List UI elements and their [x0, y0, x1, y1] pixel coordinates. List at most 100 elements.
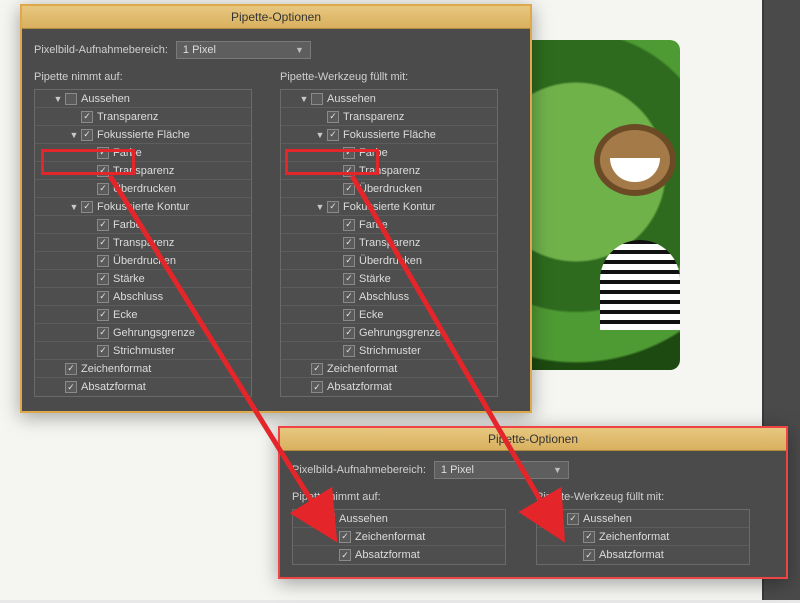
- checkbox[interactable]: [97, 327, 109, 339]
- checkbox[interactable]: [323, 513, 335, 525]
- checkbox[interactable]: [97, 291, 109, 303]
- checkbox[interactable]: [583, 549, 595, 561]
- checkbox[interactable]: [65, 381, 77, 393]
- tree-row[interactable]: Zeichenformat: [293, 528, 505, 546]
- checkbox[interactable]: [65, 363, 77, 375]
- checkbox[interactable]: [583, 531, 595, 543]
- checkbox[interactable]: [97, 165, 109, 177]
- tree-row[interactable]: Abschluss: [281, 288, 497, 306]
- checkbox[interactable]: [311, 93, 323, 105]
- disclosure-spacer: [331, 220, 341, 230]
- disclosure-down-icon[interactable]: ▼: [69, 202, 79, 212]
- checkbox[interactable]: [343, 291, 355, 303]
- tree-row[interactable]: Überdrucken: [281, 180, 497, 198]
- tree-row[interactable]: Gehrungsgrenze: [35, 324, 251, 342]
- checkbox[interactable]: [97, 255, 109, 267]
- tree-row[interactable]: ▶Aussehen: [293, 510, 505, 528]
- disclosure-right-icon[interactable]: ▶: [311, 514, 321, 524]
- tree-row[interactable]: Transparenz: [35, 234, 251, 252]
- checkbox[interactable]: [97, 147, 109, 159]
- checkbox[interactable]: [65, 93, 77, 105]
- tree-row[interactable]: Überdrucken: [35, 252, 251, 270]
- tree-row[interactable]: ▼Aussehen: [281, 90, 497, 108]
- checkbox[interactable]: [343, 345, 355, 357]
- checkbox[interactable]: [311, 381, 323, 393]
- checkbox[interactable]: [81, 129, 93, 141]
- disclosure-down-icon[interactable]: ▼: [315, 202, 325, 212]
- disclosure-down-icon[interactable]: ▼: [315, 130, 325, 140]
- tree-row[interactable]: Farbe: [35, 216, 251, 234]
- tree-row-label: Überdrucken: [359, 255, 422, 267]
- disclosure-down-icon[interactable]: ▼: [53, 94, 63, 104]
- tree-row[interactable]: ▼Fokussierte Kontur: [35, 198, 251, 216]
- tree-row[interactable]: ▼Fokussierte Fläche: [281, 126, 497, 144]
- disclosure-down-icon[interactable]: ▼: [299, 94, 309, 104]
- tree-row[interactable]: Transparenz: [281, 234, 497, 252]
- checkbox[interactable]: [81, 111, 93, 123]
- tree-row[interactable]: ▶Aussehen: [537, 510, 749, 528]
- checkbox[interactable]: [567, 513, 579, 525]
- disclosure-spacer: [85, 184, 95, 194]
- tree-row[interactable]: Zeichenformat: [537, 528, 749, 546]
- tree-row[interactable]: Transparenz: [281, 108, 497, 126]
- disclosure-right-icon[interactable]: ▶: [555, 514, 565, 524]
- checkbox[interactable]: [97, 345, 109, 357]
- tree-row[interactable]: Stärke: [281, 270, 497, 288]
- disclosure-spacer: [315, 112, 325, 122]
- tree-row[interactable]: Überdrucken: [281, 252, 497, 270]
- tree-row[interactable]: Transparenz: [35, 108, 251, 126]
- tree-row[interactable]: Farbe: [281, 144, 497, 162]
- tree-row[interactable]: Zeichenformat: [35, 360, 251, 378]
- checkbox[interactable]: [339, 549, 351, 561]
- tree-row[interactable]: Zeichenformat: [281, 360, 497, 378]
- checkbox[interactable]: [343, 237, 355, 249]
- pixel-sample-dropdown-small[interactable]: 1 Pixel ▼: [434, 461, 569, 479]
- tree-row-label: Ecke: [359, 309, 383, 321]
- tree-row-label: Farbe: [113, 219, 142, 231]
- checkbox[interactable]: [343, 147, 355, 159]
- tree-row[interactable]: Stärke: [35, 270, 251, 288]
- tree-row[interactable]: Absatzformat: [293, 546, 505, 564]
- tree-row[interactable]: Farbe: [35, 144, 251, 162]
- tree-row[interactable]: Transparenz: [281, 162, 497, 180]
- checkbox[interactable]: [343, 309, 355, 321]
- tree-row[interactable]: Abschluss: [35, 288, 251, 306]
- tree-row[interactable]: Strichmuster: [35, 342, 251, 360]
- tree-row[interactable]: Absatzformat: [35, 378, 251, 396]
- eyedropper-options-panel-large: Pipette-Optionen Pixelbild-Aufnahmeberei…: [20, 4, 532, 413]
- checkbox[interactable]: [97, 237, 109, 249]
- tree-row[interactable]: Absatzformat: [281, 378, 497, 396]
- checkbox[interactable]: [311, 363, 323, 375]
- tree-row[interactable]: ▼Fokussierte Fläche: [35, 126, 251, 144]
- checkbox[interactable]: [343, 183, 355, 195]
- checkbox[interactable]: [97, 183, 109, 195]
- tree-row[interactable]: ▼Fokussierte Kontur: [281, 198, 497, 216]
- checkbox[interactable]: [339, 531, 351, 543]
- checkbox[interactable]: [81, 201, 93, 213]
- checkbox[interactable]: [343, 273, 355, 285]
- checkbox[interactable]: [327, 201, 339, 213]
- applies-tree-small: ▶AussehenZeichenformatAbsatzformat: [536, 509, 750, 565]
- checkbox[interactable]: [343, 255, 355, 267]
- picks-up-tree: ▼AussehenTransparenz▼Fokussierte FlächeF…: [34, 89, 252, 397]
- checkbox[interactable]: [97, 309, 109, 321]
- tree-row[interactable]: Absatzformat: [537, 546, 749, 564]
- tree-row[interactable]: Ecke: [281, 306, 497, 324]
- checkbox[interactable]: [97, 219, 109, 231]
- checkbox[interactable]: [343, 327, 355, 339]
- tree-row[interactable]: ▼Aussehen: [35, 90, 251, 108]
- disclosure-down-icon[interactable]: ▼: [69, 130, 79, 140]
- checkbox[interactable]: [343, 219, 355, 231]
- checkbox[interactable]: [343, 165, 355, 177]
- disclosure-spacer: [331, 256, 341, 266]
- pixel-sample-dropdown[interactable]: 1 Pixel ▼: [176, 41, 311, 59]
- tree-row[interactable]: Gehrungsgrenze: [281, 324, 497, 342]
- tree-row[interactable]: Ecke: [35, 306, 251, 324]
- checkbox[interactable]: [327, 129, 339, 141]
- tree-row[interactable]: Transparenz: [35, 162, 251, 180]
- tree-row[interactable]: Überdrucken: [35, 180, 251, 198]
- tree-row[interactable]: Farbe: [281, 216, 497, 234]
- checkbox[interactable]: [327, 111, 339, 123]
- checkbox[interactable]: [97, 273, 109, 285]
- tree-row[interactable]: Strichmuster: [281, 342, 497, 360]
